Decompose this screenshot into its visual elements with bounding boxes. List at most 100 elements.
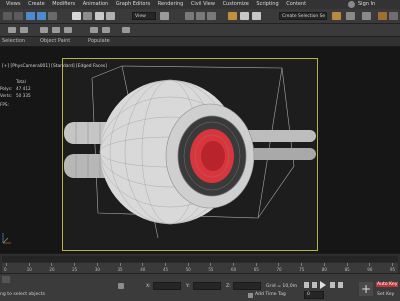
redo-icon[interactable]: [14, 12, 23, 20]
reference-coordinate-dropdown[interactable]: View: [132, 12, 156, 20]
timeline-tick-label: 45: [162, 267, 169, 272]
timeline-tick: [187, 263, 189, 266]
named-selection-icon[interactable]: [228, 12, 237, 20]
menu-scripting[interactable]: Scripting: [256, 0, 278, 9]
timeline-tick-label: 70: [276, 267, 282, 272]
time-slider[interactable]: [2, 256, 398, 262]
menu-modifiers[interactable]: Modifiers: [52, 0, 75, 9]
add-time-tag-icon[interactable]: [248, 293, 253, 298]
angle-snap-icon[interactable]: [196, 12, 205, 20]
ribbon: [0, 24, 400, 37]
select-object-icon[interactable]: [72, 12, 81, 20]
menu-create[interactable]: Create: [28, 0, 45, 9]
ribbon-tabs: Selection Object Paint Populate: [0, 37, 400, 47]
status-prompt: ng to select objects: [0, 292, 46, 297]
timeline-tick: [278, 263, 280, 266]
ribbon-tool-icon[interactable]: [52, 27, 60, 33]
ribbon-tool-icon[interactable]: [40, 27, 48, 33]
ribbon-tab-object-paint[interactable]: Object Paint: [40, 37, 70, 46]
timeline-track[interactable]: [2, 263, 398, 273]
ribbon-tab-selection[interactable]: Selection: [2, 37, 25, 46]
rotate-icon[interactable]: [106, 12, 115, 20]
pivot-icon[interactable]: [160, 12, 169, 20]
y-coordinate-field[interactable]: [193, 282, 221, 290]
timeline-tick-label: 50: [185, 267, 191, 272]
set-key-button[interactable]: Set Key: [377, 292, 394, 297]
main-toolbar: View Create Selection Se: [0, 9, 400, 24]
menu-views[interactable]: Views: [6, 0, 20, 9]
undo-icon[interactable]: [3, 12, 12, 20]
timeline-tick: [233, 263, 235, 266]
timeline-tick: [210, 263, 212, 266]
x-coordinate-field[interactable]: [153, 282, 181, 290]
ribbon-tool-icon[interactable]: [90, 27, 98, 33]
timeline-tick: [346, 263, 348, 266]
signin-button[interactable]: Sign In: [358, 0, 375, 9]
ribbon-tool-icon[interactable]: [20, 27, 28, 33]
set-key-icon[interactable]: +: [359, 282, 373, 296]
link-icon[interactable]: [26, 12, 35, 20]
viewport-label[interactable]: [+] [PhysCamera001] [Standard] [Edged Fa…: [2, 64, 107, 69]
timeline-tick: [164, 263, 166, 266]
render-icon[interactable]: [378, 12, 387, 20]
ribbon-tool-icon[interactable]: [8, 27, 16, 33]
stats-fps-label: FPS:: [0, 102, 10, 107]
timeline[interactable]: 0 10 20 25 30 35 40 45 50 55 60 65 70 75 80 85 90 95: [0, 253, 400, 274]
timeline-tick: [74, 263, 76, 266]
selection-set-dropdown[interactable]: Create Selection Se: [279, 12, 327, 20]
z-coordinate-label: Z:: [226, 284, 231, 289]
menu-content[interactable]: Content: [286, 0, 306, 9]
timeline-tick-label: 0: [4, 267, 7, 272]
timeline-tick-label: 60: [231, 267, 237, 272]
menu-customize[interactable]: Customize: [223, 0, 249, 9]
menu-rendering[interactable]: Rendering: [158, 0, 184, 9]
timeline-tick-label: 65: [253, 267, 259, 272]
auto-key-button[interactable]: Auto Key: [376, 282, 399, 287]
bind-space-warp-icon[interactable]: [48, 12, 57, 20]
axis-gizmo-icon: [2, 233, 11, 244]
unlink-icon[interactable]: [37, 12, 46, 20]
timeline-tick: [51, 263, 53, 266]
align-icon[interactable]: [252, 12, 261, 20]
timeline-tick-label: 40: [140, 267, 146, 272]
timeline-tick: [392, 263, 393, 266]
render-setup-icon[interactable]: [362, 12, 371, 20]
user-icon[interactable]: [348, 1, 355, 8]
scene-explorer-icon[interactable]: [332, 12, 341, 20]
lock-selection-icon[interactable]: [118, 283, 124, 289]
percent-snap-icon[interactable]: [207, 12, 216, 20]
timeline-tick: [142, 263, 144, 266]
timeline-tick: [301, 263, 303, 266]
move-icon[interactable]: [95, 12, 104, 20]
select-by-name-icon[interactable]: [83, 12, 92, 20]
maxscript-listener-icon[interactable]: [2, 276, 10, 283]
timeline-tick-label: 25: [72, 267, 78, 272]
viewport-render: [64, 65, 316, 239]
go-to-start-icon[interactable]: [304, 282, 309, 288]
menu-graph-editors[interactable]: Graph Editors: [116, 0, 150, 9]
timeline-tick-label: 10: [26, 267, 32, 272]
go-to-end-icon[interactable]: [338, 282, 343, 288]
timeline-tick-label: 30: [94, 267, 100, 272]
z-coordinate-field[interactable]: [233, 282, 261, 290]
menu-animation[interactable]: Animation: [83, 0, 109, 9]
timeline-tick-label: 35: [117, 267, 123, 272]
menu-civil-view[interactable]: Civil View: [191, 0, 215, 9]
ribbon-tool-icon[interactable]: [122, 27, 130, 33]
next-frame-icon[interactable]: [330, 282, 335, 288]
ribbon-tool-icon[interactable]: [102, 27, 110, 33]
add-time-tag[interactable]: Add Time Tag: [255, 292, 286, 297]
timeline-tick-label: 85: [344, 267, 350, 272]
curve-editor-icon[interactable]: [346, 12, 355, 20]
mirror-icon[interactable]: [240, 12, 249, 20]
snap-icon[interactable]: [185, 12, 194, 20]
render-frame-icon[interactable]: [389, 12, 398, 20]
play-icon[interactable]: [320, 281, 326, 289]
timeline-tick-label: 75: [299, 267, 305, 272]
ribbon-tab-populate[interactable]: Populate: [88, 37, 110, 46]
current-frame-value: 0: [307, 292, 310, 297]
previous-frame-icon[interactable]: [312, 282, 317, 288]
ribbon-tool-icon[interactable]: [64, 27, 72, 33]
timeline-tick: [96, 263, 98, 266]
timeline-tick: [119, 263, 121, 266]
